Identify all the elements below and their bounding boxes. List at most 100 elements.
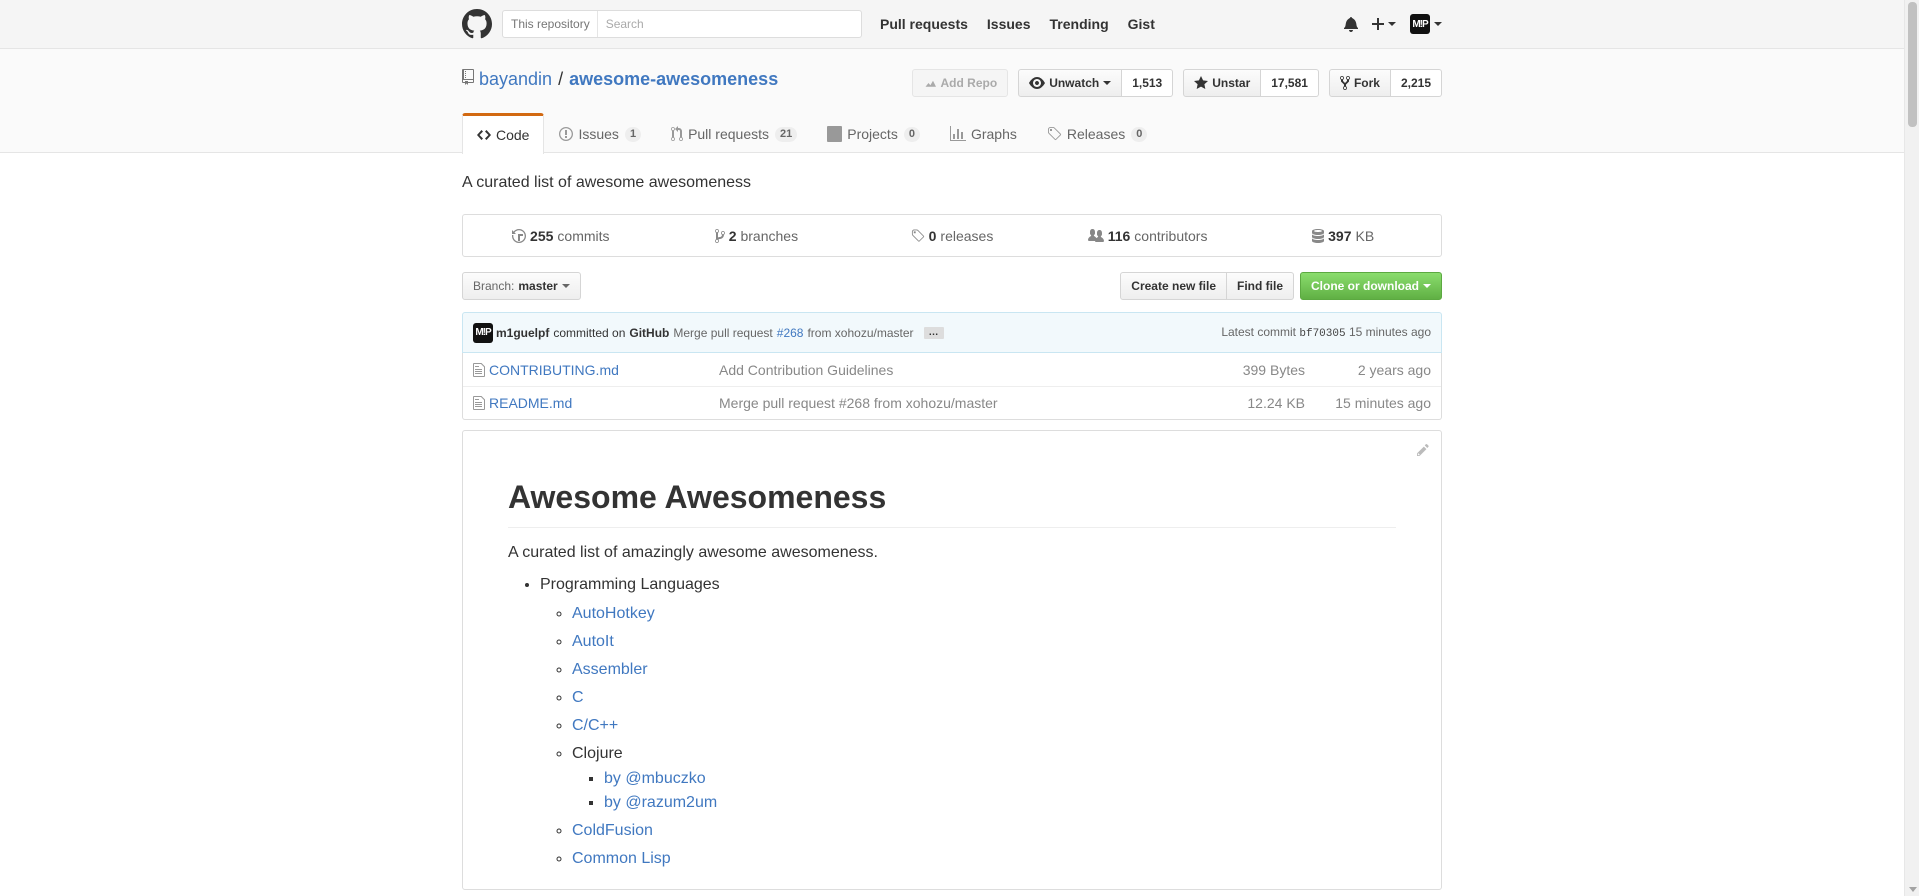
file-commit-message[interactable]: Add Contribution Guidelines [719,362,1195,378]
add-repo-label: Add Repo [940,76,998,90]
expand-commit-message-button[interactable]: … [923,326,944,339]
site-header: This repository Pull requests Issues Tre… [0,0,1919,49]
repo-head: bayandin / awesome-awesomeness Add Repo … [0,49,1919,154]
fork-button[interactable]: Fork [1328,69,1391,97]
header-nav-issues[interactable]: Issues [987,16,1031,32]
commit-message-suffix[interactable]: from xohozu/master [807,326,913,340]
graph-icon [949,126,966,141]
file-name-link[interactable]: CONTRIBUTING.md [489,362,719,378]
branches-summary[interactable]: 2 branches [659,228,855,244]
chevron-down-icon [1388,22,1396,26]
unstar-button[interactable]: Unstar [1183,69,1262,97]
language-link[interactable]: Common Lisp [572,850,671,867]
projects-counter: 0 [903,126,920,142]
search-scope-badge[interactable]: This repository [503,11,598,37]
header-nav-trending[interactable]: Trending [1050,16,1109,32]
code-icon [477,130,491,140]
table-row: README.md Merge pull request #268 from x… [463,386,1441,419]
tab-releases[interactable]: Releases 0 [1032,113,1163,154]
readme-section-list: Programming Languages AutoHotkey AutoIt … [508,574,1396,869]
add-repo-button[interactable]: Add Repo [911,69,1009,97]
clone-download-button[interactable]: Clone or download [1300,272,1442,300]
unstar-label: Unstar [1212,76,1251,90]
fork-icon [1339,75,1350,91]
language-link[interactable]: C [572,689,584,706]
clojure-sublist: by @mbuczko by @razum2um [572,768,1396,813]
branches-count: 2 [728,227,737,244]
notifications-bell-icon[interactable] [1344,16,1358,32]
commit-sha-link[interactable]: bf70305 [1299,328,1345,340]
readme-title: Awesome Awesomeness [508,477,1396,528]
branch-select-button[interactable]: Branch: master [462,272,581,300]
contributors-label: contributors [1134,227,1208,244]
search-input[interactable] [597,11,861,37]
list-item: Clojure by @mbuczko by @razum2um [572,743,1396,813]
issues-counter: 1 [624,126,642,142]
repo-owner-link[interactable]: bayandin [479,69,552,90]
repo-name-link[interactable]: awesome-awesomeness [569,69,778,90]
size-summary: 397 KB [1245,228,1441,244]
section-heading: Programming Languages [540,576,720,593]
language-link[interactable]: AutoIt [572,633,614,650]
issue-opened-icon [559,127,574,141]
tab-projects[interactable]: Projects 0 [812,113,935,154]
repo-nav: Code Issues 1 Pull requests 21 Projects … [462,113,1162,154]
language-label: Clojure [572,745,623,762]
main-content: A curated list of awesome awesomeness 25… [462,174,1442,890]
tab-issues[interactable]: Issues 1 [544,113,656,154]
language-link[interactable]: C/C++ [572,717,618,734]
committer-name: GitHub [629,325,670,340]
pencil-icon[interactable] [1417,443,1429,460]
tab-graphs[interactable]: Graphs [935,113,1032,154]
pull-requests-counter: 21 [775,126,798,142]
unwatch-button[interactable]: Unwatch [1018,69,1123,97]
header-nav-pull-requests[interactable]: Pull requests [880,16,968,32]
sublist-link[interactable]: by @razum2um [604,794,717,811]
language-link[interactable]: ColdFusion [572,822,653,839]
contributors-summary[interactable]: 116 contributors [1050,228,1246,244]
chevron-down-icon [1103,81,1112,85]
tab-pull-requests[interactable]: Pull requests 21 [656,113,812,154]
list-item: AutoHotkey [572,603,1396,624]
repo-book-icon [462,69,474,90]
commit-author-link[interactable]: m1guelpf [496,326,549,340]
latest-commit-label: Latest commit [1221,325,1297,339]
readme: Awesome Awesomeness A curated list of am… [462,430,1442,890]
fork-group: Fork 2,215 [1328,69,1442,97]
find-file-button[interactable]: Find file [1227,272,1294,300]
sublist-link[interactable]: by @mbuczko [604,770,706,787]
create-new-plus-icon[interactable] [1372,16,1396,32]
header-nav-gist[interactable]: Gist [1128,16,1155,32]
forks-count[interactable]: 2,215 [1390,69,1442,97]
list-item: Programming Languages AutoHotkey AutoIt … [540,574,1396,869]
file-text-icon [473,362,489,378]
commits-summary[interactable]: 255 commits [463,228,659,244]
watchers-count[interactable]: 1,513 [1122,69,1174,97]
tab-code[interactable]: Code [462,113,545,154]
commit-pr-link[interactable]: #268 [777,326,804,340]
scrollbar-thumb[interactable] [1908,2,1917,127]
avatar[interactable]: M!P [473,322,493,343]
chevron-down-icon [1423,284,1431,288]
list-item: C [572,687,1396,708]
scroll-down-arrow-icon[interactable] [1909,887,1917,892]
header-user-actions: M!P [1344,14,1442,34]
page-scrollbar[interactable] [1904,0,1919,896]
releases-summary[interactable]: 0 releases [854,228,1050,244]
github-logo-icon[interactable] [462,9,492,39]
commit-message-prefix[interactable]: Merge pull request [673,326,772,340]
file-commit-message[interactable]: Merge pull request #268 from xohozu/mast… [719,395,1195,411]
star-icon [1194,76,1209,89]
file-age: 15 minutes ago [1335,395,1431,411]
tab-label: Graphs [970,126,1017,142]
language-link[interactable]: AutoHotkey [572,605,655,622]
user-menu[interactable]: M!P [1410,14,1442,34]
stargazers-count[interactable]: 17,581 [1261,69,1319,97]
commit-age: 15 minutes ago [1348,325,1431,339]
file-nav-actions: Create new file Find file Clone or downl… [1120,272,1442,300]
create-new-file-button[interactable]: Create new file [1120,272,1227,300]
file-age: 2 years ago [1357,361,1431,378]
file-name-link[interactable]: README.md [489,395,719,411]
language-link[interactable]: Assembler [572,661,648,678]
releases-count: 0 [928,227,937,244]
